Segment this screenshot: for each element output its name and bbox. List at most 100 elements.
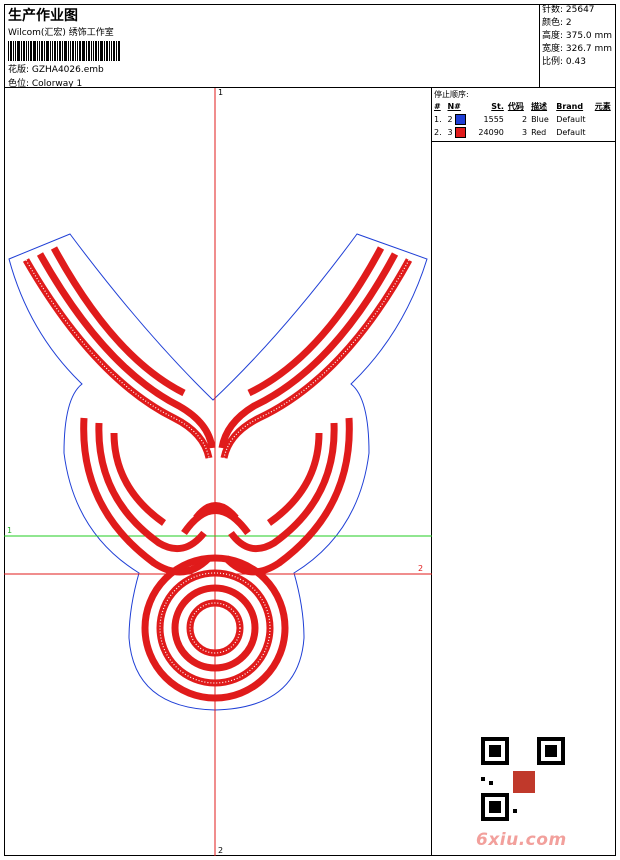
- barcode-bar: [68, 41, 69, 61]
- barcode-bar: [109, 41, 110, 61]
- stats-panel: 针数: 25647 颜色: 2 高度: 375.0 mm 宽度: 326.7 m…: [540, 4, 616, 88]
- row-st: 1555: [483, 115, 504, 124]
- barcode-bar: [59, 41, 61, 61]
- col-n: N#: [447, 102, 461, 111]
- row-n-value: 2: [447, 115, 453, 124]
- qr-module: [489, 781, 493, 785]
- barcode-bar: [93, 41, 94, 61]
- barcode-bar: [39, 41, 40, 61]
- barcode-bar: [17, 41, 20, 61]
- barcode-bar: [111, 41, 112, 61]
- axis-label-red: 2: [418, 564, 424, 573]
- row-n: 3: [445, 126, 471, 139]
- barcode-bar: [70, 41, 71, 61]
- barcode-bar: [64, 41, 67, 61]
- col-desc: 描述: [531, 102, 548, 111]
- row-n-value: 3: [447, 128, 453, 137]
- row-brand: Default: [556, 115, 586, 124]
- qr-seal-logo: [511, 769, 537, 795]
- barcode-bar: [28, 41, 29, 61]
- barcode-bar: [106, 41, 108, 61]
- design-canvas[interactable]: 1 2 1 2: [4, 88, 432, 856]
- barcode-bar: [37, 41, 38, 61]
- barcode-bar: [116, 41, 117, 61]
- stop-sequence-title: 停止顺序:: [434, 90, 469, 99]
- barcode-bar: [54, 41, 56, 61]
- axis-label-top: 1: [218, 88, 224, 97]
- qr-module: [481, 777, 485, 781]
- barcode-bar: [10, 41, 12, 61]
- barcode-bar: [62, 41, 63, 61]
- col-num: #: [434, 102, 441, 111]
- row-st: 24090: [478, 128, 504, 137]
- stop-sequence-table: # N# St. 代码 描述 Brand 元素 1. 2 1555 2 Blue…: [432, 100, 616, 139]
- axis-label-green: 1: [7, 526, 13, 535]
- barcode-bar: [52, 41, 53, 61]
- embroidery-bands: [22, 246, 413, 702]
- barcode-bar: [44, 41, 45, 61]
- row-brand: Default: [556, 128, 586, 137]
- stat-height: 高度: 375.0 mm: [542, 31, 613, 41]
- barcode-bar: [72, 41, 74, 61]
- row-desc: Blue: [531, 115, 549, 124]
- barcode-bar: [13, 41, 14, 61]
- barcode-bar: [41, 41, 43, 61]
- col-code: 代码: [507, 102, 524, 111]
- col-brand: Brand: [556, 102, 584, 111]
- barcode-bar: [75, 41, 76, 61]
- barcode-bar: [21, 41, 22, 61]
- page-title: 生产作业图: [8, 8, 78, 24]
- embroidery-preview: [4, 88, 432, 856]
- company-name: Wilcom(汇宏) 绣饰工作室: [8, 28, 114, 38]
- row-n: 2: [445, 113, 471, 126]
- table-row[interactable]: 2. 3 24090 3 Red Default: [432, 126, 616, 139]
- barcode-bar: [57, 41, 58, 61]
- barcode-bar: [79, 41, 81, 61]
- row-element: [593, 126, 616, 139]
- row-desc: Red: [531, 128, 547, 137]
- barcode-bar: [98, 41, 99, 61]
- barcode-bar: [113, 41, 115, 61]
- table-row[interactable]: 1. 2 1555 2 Blue Default: [432, 113, 616, 126]
- qr-module: [489, 745, 501, 757]
- barcode-bar: [15, 41, 16, 61]
- barcode-bar: [33, 41, 36, 61]
- row-num: 2.: [434, 128, 442, 137]
- barcode-bar: [104, 41, 105, 61]
- barcode-bar: [95, 41, 97, 61]
- stat-width: 宽度: 326.7 mm: [542, 44, 613, 54]
- barcode-bar: [50, 41, 51, 61]
- col-st: St.: [491, 102, 504, 111]
- barcode-bar: [77, 41, 78, 61]
- row-num: 1.: [434, 115, 442, 124]
- barcode-bar: [8, 41, 9, 61]
- table-header: # N# St. 代码 描述 Brand 元素: [432, 100, 616, 113]
- barcode-bar: [23, 41, 25, 61]
- barcode: [8, 41, 158, 61]
- row-element: [593, 113, 616, 126]
- axis-label-bottom: 2: [218, 846, 224, 855]
- barcode-bar: [30, 41, 32, 61]
- stat-colors: 颜色: 2: [542, 18, 572, 28]
- col-element: 元素: [594, 102, 611, 111]
- barcode-bar: [91, 41, 92, 61]
- design-file: 花版: GZHA4026.emb: [8, 65, 104, 75]
- watermark: 6xiu.com: [476, 830, 567, 850]
- barcode-bar: [88, 41, 90, 61]
- qr-module: [489, 801, 501, 813]
- barcode-bar: [100, 41, 103, 61]
- header-panel: 生产作业图 Wilcom(汇宏) 绣饰工作室 花版: GZHA4026.emb …: [4, 4, 540, 89]
- barcode-bar: [82, 41, 85, 61]
- stat-stitches: 针数: 25647: [542, 5, 595, 15]
- row-code: 3: [521, 128, 528, 137]
- stat-scale: 比例: 0.43: [542, 57, 586, 67]
- color-swatch: [455, 114, 467, 125]
- row-code: 2: [521, 115, 528, 124]
- stop-sequence-panel: 停止顺序: # N# St. 代码 描述 Brand 元素 1. 2 1555 …: [432, 88, 616, 142]
- barcode-bar: [46, 41, 49, 61]
- color-swatch: [455, 127, 467, 138]
- barcode-bar: [26, 41, 27, 61]
- qr-module: [545, 745, 557, 757]
- qr-module: [513, 809, 517, 813]
- barcode-bar: [86, 41, 87, 61]
